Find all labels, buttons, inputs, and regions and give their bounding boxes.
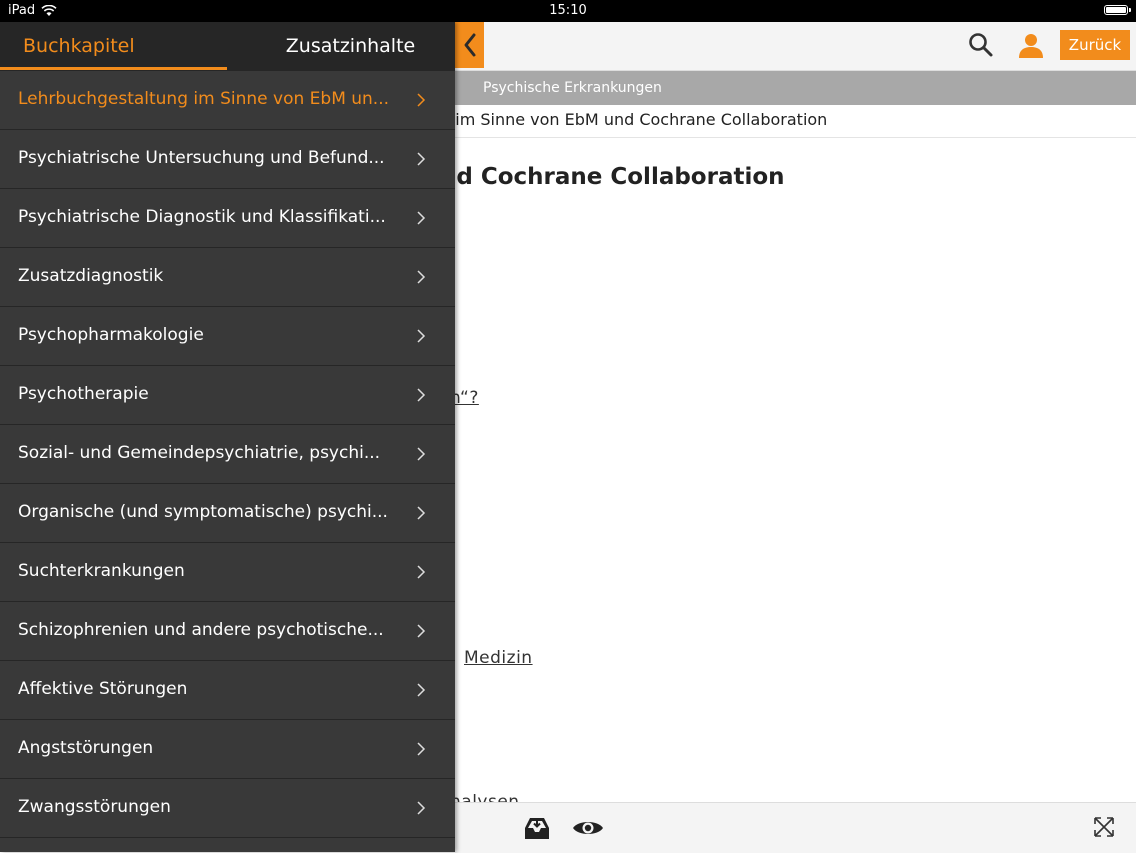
user-icon[interactable] xyxy=(1017,31,1045,59)
chevron-right-icon xyxy=(417,211,426,225)
chapter-label: Psychiatrische Untersuchung und Befund..… xyxy=(18,148,385,168)
breadcrumb: Psychische Erkrankungen xyxy=(455,71,1136,105)
eye-icon[interactable] xyxy=(572,818,604,838)
content-link[interactable]: Medizin xyxy=(464,648,533,668)
chapter-item[interactable]: Lehrbuchgestaltung im Sinne von EbM un..… xyxy=(0,70,455,130)
chevron-right-icon xyxy=(417,93,426,107)
chapter-item[interactable]: Psychotherapie xyxy=(0,366,455,425)
chapter-label: Zusatzdiagnostik xyxy=(18,266,164,286)
chapter-label: Psychopharmakologie xyxy=(18,325,204,345)
chevron-right-icon xyxy=(417,388,426,402)
chapter-drawer: Buchkapitel Zusatzinhalte Lehrbuchgestal… xyxy=(0,22,455,852)
chapter-label: Affektive Störungen xyxy=(18,679,188,699)
chapter-label: Sozial- und Gemeindepsychiatrie, psychi.… xyxy=(18,443,381,463)
battery-icon xyxy=(1104,5,1131,15)
search-icon[interactable] xyxy=(968,32,994,58)
chevron-left-icon xyxy=(464,33,475,57)
chapter-item[interactable]: Angststörungen xyxy=(0,720,455,779)
chapter-item[interactable]: Psychopharmakologie xyxy=(0,307,455,366)
drawer-tabs: Buchkapitel Zusatzinhalte xyxy=(0,22,455,70)
chapter-item[interactable]: Suchterkrankungen xyxy=(0,543,455,602)
chevron-right-icon xyxy=(417,683,426,697)
chapter-item[interactable]: Psychiatrische Untersuchung und Befund..… xyxy=(0,130,455,189)
chapter-list: Lehrbuchgestaltung im Sinne von EbM un..… xyxy=(0,70,455,838)
content-link[interactable]: nalysen xyxy=(450,792,520,802)
chevron-right-icon xyxy=(417,270,426,284)
chapter-content: nd Cochrane Collaboration n“? Medizin na… xyxy=(440,138,1136,802)
expand-icon[interactable] xyxy=(1092,815,1116,839)
status-time: 15:10 xyxy=(549,3,587,18)
top-bar: Zurück xyxy=(455,22,1136,71)
chevron-right-icon xyxy=(417,742,426,756)
chapter-item[interactable]: Zusatzdiagnostik xyxy=(0,248,455,307)
chapter-subtitle: g im Sinne von EbM und Cochrane Collabor… xyxy=(440,105,1136,138)
chapter-label: Psychiatrische Diagnostik und Klassifika… xyxy=(18,207,386,227)
chapter-item[interactable]: Affektive Störungen xyxy=(0,661,455,720)
chevron-right-icon xyxy=(417,801,426,815)
back-button[interactable]: Zurück xyxy=(1060,30,1130,60)
chapter-label: Zwangsstörungen xyxy=(18,797,171,817)
chapter-item[interactable]: Organische (und symptomatische) psychi..… xyxy=(0,484,455,543)
chevron-right-icon xyxy=(417,565,426,579)
chapter-item[interactable]: Schizophrenien und andere psychotische..… xyxy=(0,602,455,661)
chevron-right-icon xyxy=(417,506,426,520)
chevron-right-icon xyxy=(417,329,426,343)
chapter-label: Organische (und symptomatische) psychi..… xyxy=(18,502,388,522)
inbox-icon[interactable] xyxy=(523,815,551,841)
chapter-label: Lehrbuchgestaltung im Sinne von EbM un..… xyxy=(18,89,390,109)
content-heading: nd Cochrane Collaboration xyxy=(440,164,785,190)
chevron-right-icon xyxy=(417,447,426,461)
chapter-label: Schizophrenien und andere psychotische..… xyxy=(18,620,384,640)
breadcrumb-label: Psychische Erkrankungen xyxy=(483,80,662,96)
chevron-right-icon xyxy=(417,152,426,166)
status-bar: iPad 15:10 xyxy=(0,0,1136,22)
chevron-right-icon xyxy=(417,624,426,638)
chapter-label: Psychotherapie xyxy=(18,384,149,404)
tab-buchkapitel[interactable]: Buchkapitel xyxy=(0,22,227,70)
chapter-item[interactable]: Zwangsstörungen xyxy=(0,779,455,838)
tab-zusatzinhalte[interactable]: Zusatzinhalte xyxy=(227,22,454,70)
chapter-label: Angststörungen xyxy=(18,738,154,758)
chapter-item[interactable]: Psychiatrische Diagnostik und Klassifika… xyxy=(0,189,455,248)
drawer-toggle-button[interactable] xyxy=(455,22,484,68)
chapter-subtitle-text: g im Sinne von EbM und Cochrane Collabor… xyxy=(440,110,828,129)
bottom-toolbar xyxy=(455,802,1136,853)
chapter-item[interactable]: Sozial- und Gemeindepsychiatrie, psychi.… xyxy=(0,425,455,484)
chapter-label: Suchterkrankungen xyxy=(18,561,185,581)
